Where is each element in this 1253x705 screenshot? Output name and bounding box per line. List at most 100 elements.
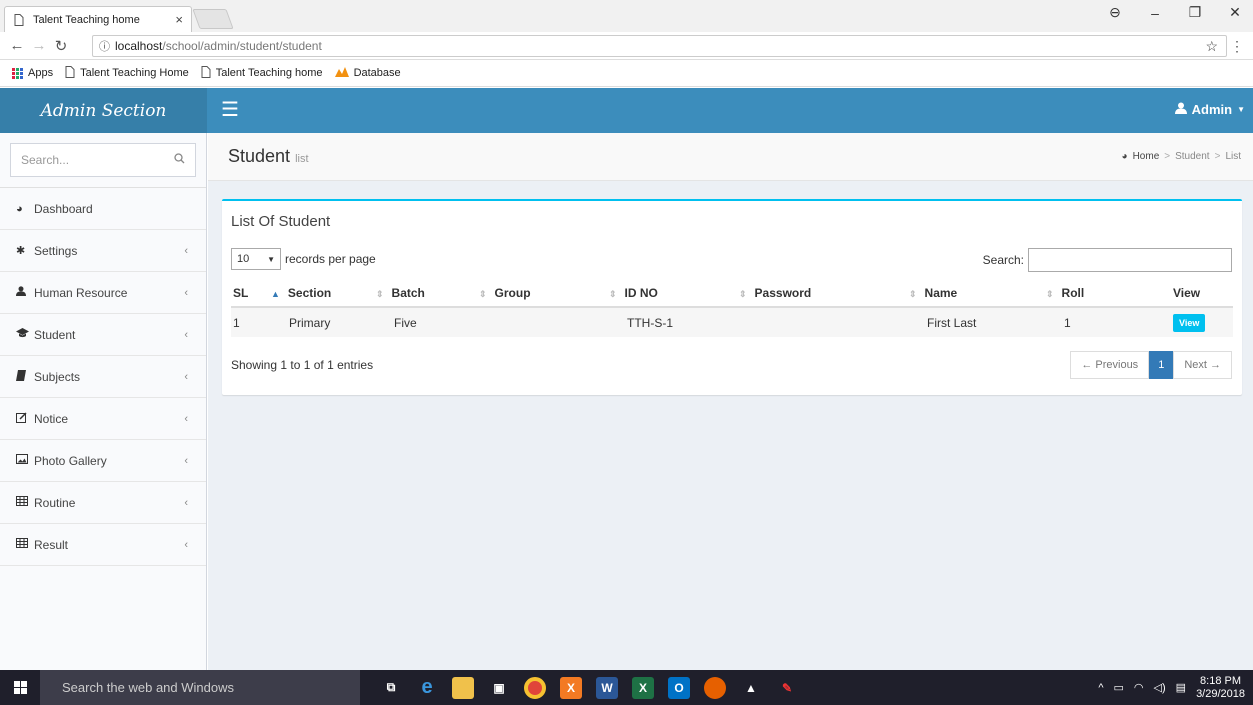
student-table: SL ▲ Section ⇕ Batch ⇕ Group ⇕ ID NO ⇕ Passwo… [231,279,1233,337]
cell-id-no: TTH-S-1 [607,307,737,337]
browser-tab[interactable]: Talent Teaching home × [4,6,192,32]
image-icon [16,454,34,467]
volume-icon[interactable]: ◁) [1154,681,1166,694]
column-header-password[interactable]: ⇕ Password [737,279,907,308]
xampp-icon[interactable]: X [560,676,582,699]
outlook-icon[interactable]: O [668,676,690,699]
column-header-id-no[interactable]: ⇕ ID NO [607,279,737,308]
start-button[interactable] [0,681,40,694]
task-view-icon[interactable]: ⧉ [380,677,402,699]
taskbar-search-input[interactable]: Search the web and Windows [40,670,360,705]
close-window-button[interactable]: ✕ [1227,4,1243,21]
cell-view: View [1171,307,1233,337]
hamburger-menu-icon[interactable]: ☰ [221,100,239,120]
table-filter: Search: [983,248,1232,272]
chrome-icon[interactable] [524,676,546,699]
sidebar-item-label: Subjects [34,369,81,384]
tab-close-icon[interactable]: × [175,12,183,27]
pagination: ← Previous 1 Next → [1070,351,1232,379]
column-header-roll[interactable]: ⇕ Roll [1044,279,1171,308]
sidebar: Search... ◕ Dashboard ✱ Settings ‹ Human… [0,133,207,670]
notification-icon[interactable]: ▤ [1176,681,1186,694]
column-header-batch[interactable]: ⇕ Batch [374,279,477,308]
reload-icon[interactable]: ↻ [50,37,72,55]
battery-icon[interactable]: ▭ [1114,681,1124,694]
bookmark-talent-1[interactable]: Talent Teaching Home [65,65,189,81]
previous-page-button[interactable]: ← Previous [1070,351,1150,379]
sidebar-item-subjects[interactable]: Subjects ‹ [0,356,206,398]
sort-icon: ⇕ [376,288,384,299]
wifi-icon[interactable]: ◠ [1134,681,1144,694]
url-path: /school/admin/student/student [162,39,322,53]
chevron-left-icon: ‹ [184,286,188,299]
menu-kebab-icon[interactable]: ⋮ [1230,38,1244,55]
next-page-button[interactable]: Next → [1173,351,1232,379]
sidebar-item-routine[interactable]: Routine ‹ [0,482,206,524]
taskbar-clock[interactable]: 8:18 PM 3/29/2018 [1196,675,1245,701]
bookmarks-bar: Apps Talent Teaching Home Talent Teachin… [0,60,1253,87]
column-header-group[interactable]: ⇕ Group [477,279,607,308]
maximize-button[interactable]: ❐ [1187,4,1203,21]
file-explorer-icon[interactable] [452,676,474,699]
table-icon [16,496,34,509]
view-button[interactable]: View [1173,313,1206,332]
sidebar-item-human-resource[interactable]: Human Resource ‹ [0,272,206,314]
paint-icon[interactable]: ✎ [776,677,798,699]
sidebar-item-label: Student [34,327,76,342]
windows-logo-icon [13,681,27,694]
records-per-page: 10 ▼ records per page [231,248,376,270]
chevron-left-icon: ‹ [184,370,188,383]
chevron-up-icon[interactable]: ^ [1098,682,1103,694]
clock-time: 8:18 PM [1200,674,1242,687]
page-button-current[interactable]: 1 [1149,351,1174,379]
table-search-input[interactable] [1028,248,1232,272]
phpmyadmin-icon [334,66,349,80]
new-tab-button[interactable] [192,9,234,29]
sidebar-item-notice[interactable]: Notice ‹ [0,398,206,440]
admin-user-menu[interactable]: Admin ▼ [1174,102,1245,117]
sort-icon: ⇕ [1046,288,1054,299]
sidebar-search-input[interactable]: Search... [10,143,196,177]
brand-logo[interactable]: Admin Section [0,88,207,133]
excel-icon[interactable]: X [632,676,654,699]
sidebar-item-photo-gallery[interactable]: Photo Gallery ‹ [0,440,206,482]
system-tray: ^ ▭ ◠ ◁) ▤ 8:18 PM 3/29/2018 [1098,675,1253,701]
breadcrumb-student[interactable]: Student [1175,151,1209,162]
bookmark-star-icon[interactable]: ☆ [1205,38,1218,55]
sort-icon: ⇕ [909,288,917,299]
bookmark-apps[interactable]: Apps [12,67,53,79]
sidebar-item-student[interactable]: Student ‹ [0,314,206,356]
store-icon[interactable]: ▣ [488,677,510,699]
bookmark-talent-2[interactable]: Talent Teaching home [201,65,323,81]
column-header-sl[interactable]: SL [231,279,269,308]
back-arrow-icon[interactable]: ← [6,37,28,54]
windows-taskbar: Search the web and Windows ⧉ e ▣ X W X O… [0,670,1253,705]
column-header-view[interactable]: View [1171,279,1233,308]
document-icon [65,65,75,81]
breadcrumb-home[interactable]: Home [1133,151,1160,162]
sidebar-item-dashboard[interactable]: ◕ Dashboard [0,188,206,230]
url-input[interactable]: ⓘ localhost/school/admin/student/student… [92,35,1244,57]
chevron-left-icon: ‹ [184,454,188,467]
column-header-name[interactable]: ⇕ Name [907,279,1044,308]
bookmark-database[interactable]: Database [334,66,401,80]
chevron-left-icon: ‹ [184,496,188,509]
url-host: localhost [115,39,163,53]
sort-icon: ⇕ [739,288,747,299]
cell-password [737,307,907,337]
minimize-button[interactable]: – [1147,5,1163,21]
profile-icon[interactable]: ⊖ [1107,4,1123,21]
edge-icon[interactable]: e [416,676,438,699]
sidebar-item-settings[interactable]: ✱ Settings ‹ [0,230,206,272]
dashboard-icon: ◕ [16,202,23,215]
breadcrumb-separator: > [1214,151,1221,162]
column-header-section[interactable]: ▲ Section [269,279,374,308]
search-icon[interactable] [174,153,185,167]
page-length-select[interactable]: 10 ▼ [231,248,281,270]
sidebar-item-result[interactable]: Result ‹ [0,524,206,566]
cell-group [477,307,607,337]
firefox-icon[interactable] [704,676,726,699]
word-icon[interactable]: W [596,676,618,699]
photos-icon[interactable]: ▲ [740,677,762,699]
forward-arrow-icon[interactable]: → [28,37,50,54]
